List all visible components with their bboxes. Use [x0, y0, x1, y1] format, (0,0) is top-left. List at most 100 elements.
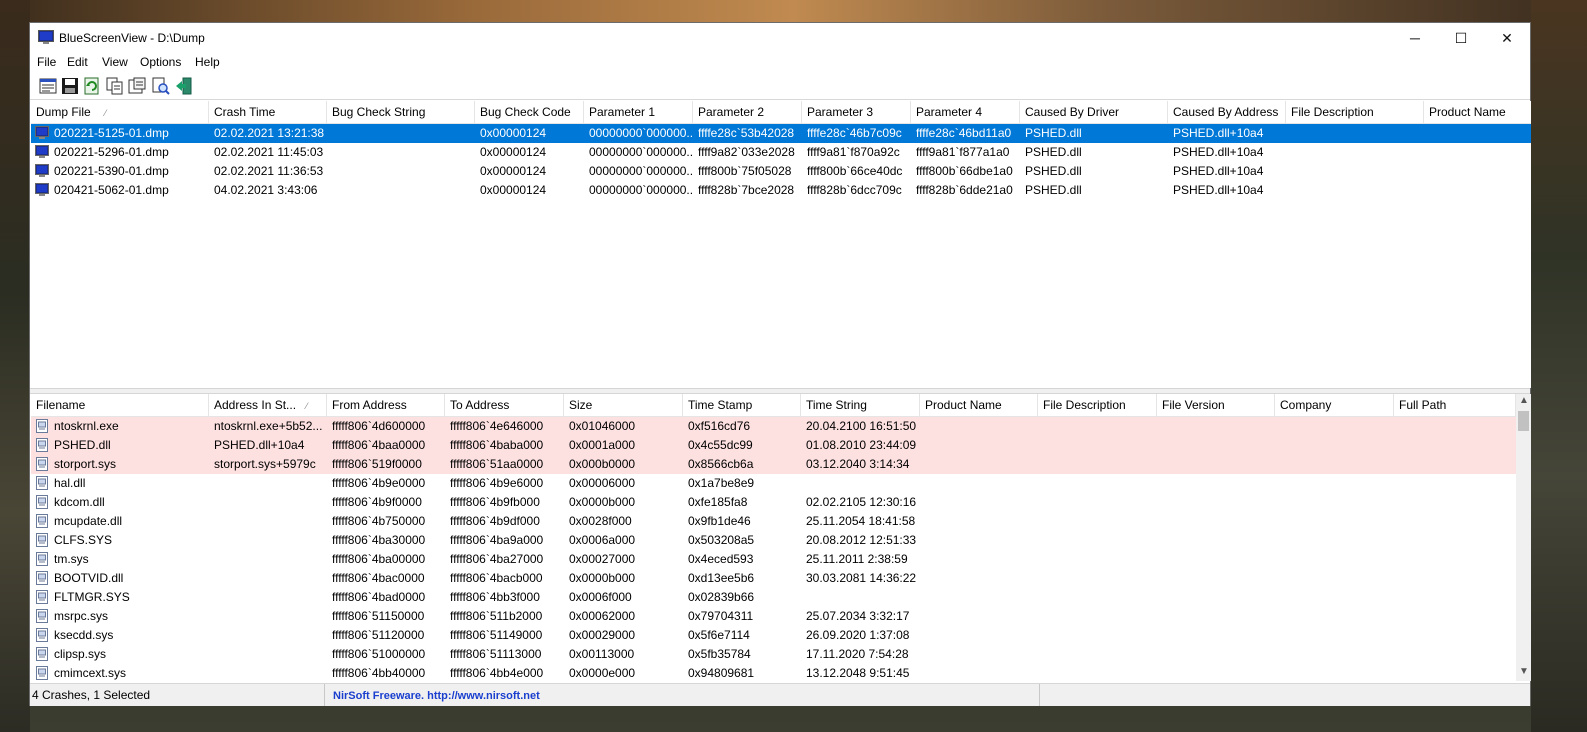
driver-cell: fffff806`4ba27000	[450, 552, 544, 566]
title-bar[interactable]: BlueScreenView - D:\Dump ─ ☐ ✕	[30, 23, 1530, 53]
driver-cell: 01.08.2010 23:44:09	[806, 438, 917, 452]
crash-cell	[1424, 143, 1531, 162]
dump-file-icon	[35, 126, 49, 139]
column-header-crash-time[interactable]: Crash Time	[209, 101, 327, 123]
driver-cell	[1394, 455, 1516, 474]
driver-cell	[1157, 512, 1275, 531]
column-header-parameter-1[interactable]: Parameter 1	[584, 101, 693, 123]
driver-row[interactable]: FLTMGR.SYS fffff806`4bad0000 fffff806`4bb3…	[31, 588, 1516, 607]
driver-row[interactable]: CLFS.SYS fffff806`4ba30000 fffff806`4ba9a0…	[31, 531, 1516, 550]
driver-cell: 0x8566cb6a	[688, 457, 754, 471]
driver-row[interactable]: msrpc.sys fffff806`51150000 fffff806`511b2…	[31, 607, 1516, 626]
driver-cell: fffff806`4bac0000	[332, 571, 425, 585]
menu-options[interactable]: Options	[140, 55, 181, 69]
save-icon[interactable]	[61, 77, 79, 95]
driver-cell: fffff806`4baa0000	[332, 438, 426, 452]
column-header-to-address[interactable]: To Address	[445, 394, 564, 416]
column-header-filename[interactable]: Filename	[31, 394, 209, 416]
column-header-product-name[interactable]: Product Name	[920, 394, 1038, 416]
menu-file[interactable]: File	[37, 55, 56, 69]
driver-list[interactable]: Filename Address In St... ⁄ From Address …	[31, 394, 1516, 681]
driver-cell: storport.sys	[54, 457, 117, 471]
sort-indicator-icon: ⁄	[104, 108, 107, 118]
column-header-caused-by-driver[interactable]: Caused By Driver	[1020, 101, 1168, 123]
column-header-parameter-2[interactable]: Parameter 2	[693, 101, 802, 123]
driver-row[interactable]: mcupdate.dll fffff806`4b750000 fffff806`4b…	[31, 512, 1516, 531]
column-header-company[interactable]: Company	[1275, 394, 1394, 416]
window-title: BlueScreenView - D:\Dump	[59, 31, 205, 45]
crash-row[interactable]: 020421-5062-01.dmp 04.02.2021 3:43:06 0x00…	[31, 181, 1531, 200]
column-header-size[interactable]: Size	[564, 394, 683, 416]
driver-cell	[1038, 588, 1157, 607]
minimize-button[interactable]: ─	[1392, 23, 1438, 53]
nirsoft-link[interactable]: NirSoft Freeware. http://www.nirsoft.net	[333, 690, 540, 702]
crash-cell: PSHED.dll	[1025, 183, 1082, 197]
driver-cell	[1275, 512, 1394, 531]
column-header-full-path[interactable]: Full Path	[1394, 394, 1516, 416]
copy-icon[interactable]	[106, 77, 124, 95]
column-header-from-address[interactable]: From Address	[327, 394, 445, 416]
crash-cell: 00000000`000000...	[589, 126, 693, 140]
crash-row[interactable]: 020221-5390-01.dmp 02.02.2021 11:36:53 0x0…	[31, 162, 1531, 181]
column-header-bug-check-string[interactable]: Bug Check String	[327, 101, 475, 123]
column-header-bug-check-code[interactable]: Bug Check Code	[475, 101, 584, 123]
driver-cell: 17.11.2020 7:54:28	[806, 647, 909, 661]
crash-cell: 020221-5390-01.dmp	[54, 164, 169, 178]
column-header-parameter-3[interactable]: Parameter 3	[802, 101, 911, 123]
scroll-down-icon[interactable]: ▼	[1519, 666, 1529, 677]
driver-file-icon	[36, 476, 48, 490]
driver-cell: clipsp.sys	[54, 647, 107, 661]
driver-row[interactable]: ksecdd.sys fffff806`51120000 fffff806`5114…	[31, 626, 1516, 645]
driver-row[interactable]: BOOTVID.dll fffff806`4bac0000 fffff806`4ba…	[31, 569, 1516, 588]
crash-row[interactable]: 020221-5296-01.dmp 02.02.2021 11:45:03 0x0…	[31, 143, 1531, 162]
properties-icon[interactable]	[128, 77, 146, 95]
driver-cell: 0x00113000	[569, 647, 635, 661]
column-header-address-in-stack[interactable]: Address In St... ⁄	[209, 394, 327, 416]
refresh-icon[interactable]	[83, 77, 101, 95]
column-header-file-version[interactable]: File Version	[1157, 394, 1275, 416]
crash-row[interactable]: 020221-5125-01.dmp 02.02.2021 13:21:38 0x0…	[31, 124, 1531, 143]
driver-cell	[1038, 493, 1157, 512]
column-header-dump-file[interactable]: Dump File ⁄	[31, 101, 209, 123]
close-button[interactable]: ✕	[1484, 23, 1530, 53]
column-header-file-description[interactable]: File Description	[1038, 394, 1157, 416]
crash-cell: 00000000`000000...	[589, 145, 693, 159]
vertical-scrollbar[interactable]: ▲ ▼	[1516, 394, 1531, 681]
driver-row[interactable]: tm.sys fffff806`4ba00000 fffff806`4ba27000…	[31, 550, 1516, 569]
desktop-background-left	[0, 0, 30, 732]
driver-row[interactable]: kdcom.dll fffff806`4b9f0000 fffff806`4b9fb…	[31, 493, 1516, 512]
column-header-product-name[interactable]: Product Name	[1424, 101, 1531, 123]
exit-icon[interactable]	[175, 77, 193, 95]
driver-cell	[1275, 455, 1394, 474]
menu-help[interactable]: Help	[195, 55, 220, 69]
driver-row[interactable]: cmimcext.sys fffff806`4bb40000 fffff806`4b…	[31, 664, 1516, 681]
driver-row[interactable]: ntoskrnl.exe ntoskrnl.exe+5b52... fffff806…	[31, 417, 1516, 436]
driver-cell	[1394, 626, 1516, 645]
driver-row[interactable]: clipsp.sys fffff806`51000000 fffff806`5111…	[31, 645, 1516, 664]
driver-cell: fffff806`51120000	[332, 628, 425, 642]
driver-cell	[1157, 607, 1275, 626]
dump-file-icon	[35, 164, 49, 177]
crash-list[interactable]: Dump File ⁄ Crash Time Bug Check String B…	[31, 101, 1531, 388]
driver-cell	[1275, 607, 1394, 626]
crash-cell: ffffe28c`46bd11a0	[916, 126, 1012, 140]
driver-row[interactable]: hal.dll fffff806`4b9e0000 fffff806`4b9e600…	[31, 474, 1516, 493]
column-header-file-description[interactable]: File Description	[1286, 101, 1424, 123]
maximize-button[interactable]: ☐	[1438, 23, 1484, 53]
driver-cell	[1394, 569, 1516, 588]
driver-cell: FLTMGR.SYS	[54, 590, 130, 604]
find-icon[interactable]	[152, 77, 170, 95]
scroll-up-icon[interactable]: ▲	[1519, 395, 1529, 406]
driver-cell: 0x0006a000	[569, 533, 636, 547]
column-header-time-string[interactable]: Time String	[801, 394, 920, 416]
column-header-time-stamp[interactable]: Time Stamp	[683, 394, 801, 416]
column-header-parameter-4[interactable]: Parameter 4	[911, 101, 1020, 123]
vertical-scroll-thumb[interactable]	[1518, 411, 1529, 431]
column-header-caused-by-address[interactable]: Caused By Address	[1168, 101, 1286, 123]
html-report-icon[interactable]	[39, 77, 57, 95]
crash-cell: 0x00000124	[480, 183, 547, 197]
menu-edit[interactable]: Edit	[67, 55, 88, 69]
menu-view[interactable]: View	[102, 55, 128, 69]
driver-row[interactable]: storport.sys storport.sys+5979c fffff806`5…	[31, 455, 1516, 474]
driver-row[interactable]: PSHED.dll PSHED.dll+10a4 fffff806`4baa0000…	[31, 436, 1516, 455]
